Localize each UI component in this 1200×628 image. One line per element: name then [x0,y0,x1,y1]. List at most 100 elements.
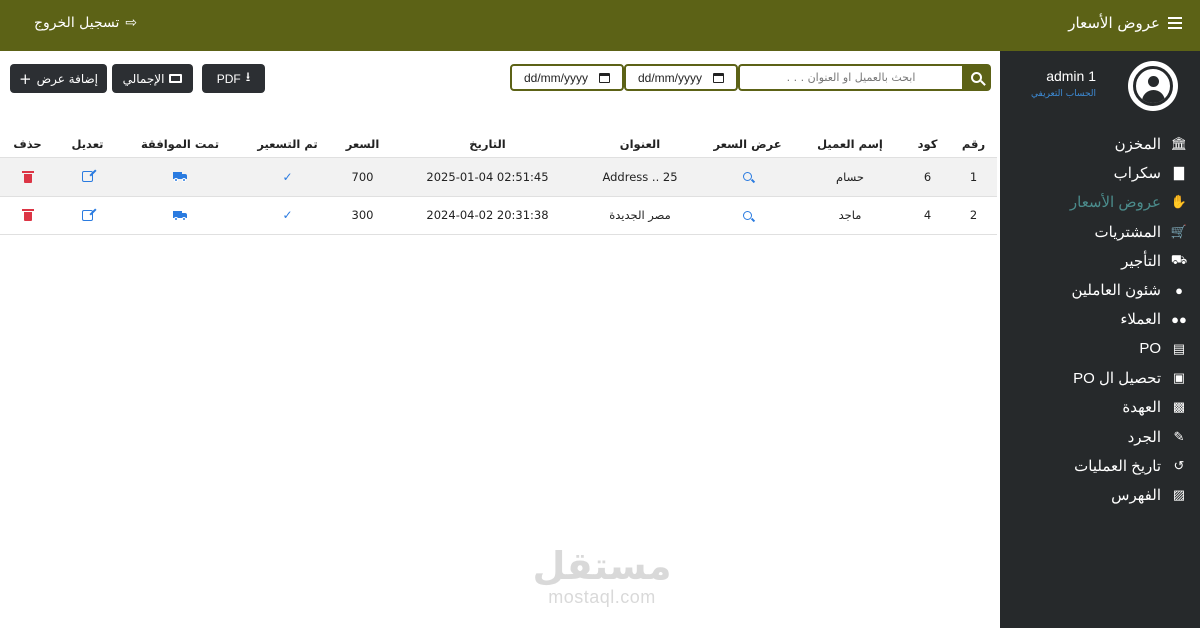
hand-money-icon: ✋ [1170,194,1188,210]
edit-button[interactable] [60,158,115,196]
sidebar-item-clients[interactable]: ●● العملاء [1000,305,1188,334]
row-address: Address .. 25 [602,169,678,184]
sidebar-item-scrap[interactable]: ▇ سكراب [1000,158,1188,187]
total-label: الإجمالي [122,71,165,86]
row-code: 6 [923,169,932,184]
edit-button[interactable] [60,197,115,235]
scrap-icon: ▇ [1174,164,1184,180]
sidebar-item-history[interactable]: ↺ تاريخ العمليات [1000,451,1188,480]
total-button[interactable]: الإجمالي [112,64,193,93]
sidebar-item-label: تحصيل ال PO [1073,370,1161,388]
row-num: 1 [969,169,978,184]
sidebar-item-custody[interactable]: ▩ العهدة [1000,393,1188,422]
priced-status: ✓ [250,158,325,196]
money-bill-icon: ▣ [1172,370,1186,386]
price-offers-table: رقم كود إسم العميل عرض السعر العنوان الت… [0,130,997,235]
approve-button[interactable] [130,197,230,235]
edit-icon: ✎ [1173,428,1185,444]
sidebar-item-label: العهدة [1122,399,1161,417]
sidebar-item-label: شئون العاملين [1071,282,1161,300]
watermark-arabic: مستقل [532,544,672,588]
pdf-label: PDF [216,71,241,86]
date-to-input[interactable]: dd/mm/yyyy [624,64,738,91]
approve-button[interactable] [130,158,230,196]
date-from-input[interactable]: dd/mm/yyyy [510,64,624,91]
avatar [1128,61,1178,111]
logout-label: تسجيل الخروج [34,15,120,31]
history-icon: ↺ [1173,457,1185,473]
money-bill-icon [169,74,183,83]
trash-icon [21,209,34,222]
date-to-value: dd/mm/yyyy [638,70,703,85]
sidebar-item-po[interactable]: ▤ PO [1000,334,1188,363]
search-icon [743,172,752,182]
sidebar-item-employees[interactable]: ● شئون العاملين [1000,275,1188,304]
sidebar-item-warehouse[interactable]: 🏛 المخزن [1000,129,1188,158]
toolbar: إضافة عرض + الإجمالي ⭳ PDF dd/mm/yyyy dd… [0,51,1000,111]
sidebar-item-price-offers[interactable]: ✋ عروض الأسعار [1000,188,1188,217]
trash-icon [21,170,34,183]
view-offer-button[interactable] [700,197,795,235]
row-num: 2 [969,208,978,223]
truck-icon [173,172,187,183]
row-price: 700 [351,169,374,184]
delete-button[interactable] [0,158,55,196]
page-title: عروض الأسعار [1068,14,1160,32]
sidebar-item-purchases[interactable]: 🛒 المشتريات [1000,217,1188,246]
priced-status: ✓ [250,197,325,235]
watermark-latin: mostaql.com [548,587,656,607]
row-date: 2025-01-04 02:51:45 [426,169,549,184]
calendar-icon[interactable] [713,72,724,83]
add-offer-button[interactable]: إضافة عرض + [10,64,107,93]
header-delete: حذف [13,136,42,151]
warehouse-icon: 🏛 [1170,135,1188,151]
table-header: رقم كود إسم العميل عرض السعر العنوان الت… [0,130,997,158]
search-input[interactable]: ابحث بالعميل او العنوان . . . [738,64,962,91]
search-placeholder: ابحث بالعميل او العنوان . . . [786,71,916,84]
truck-icon [173,210,187,221]
sidebar-item-label: عروض الأسعار [1069,194,1161,212]
sidebar-item-label: سكراب [1113,164,1161,182]
date-from-value: dd/mm/yyyy [524,70,589,85]
header-edit: تعديل [71,136,104,151]
table-row: 1 6 حسام Address .. 25 2025-01-04 02:51:… [0,158,997,197]
sidebar-item-inventory[interactable]: ✎ الجرد [1000,422,1188,451]
sidebar-item-label: تاريخ العمليات [1074,457,1161,475]
id-card-icon: ▩ [1172,399,1186,415]
top-bar: عروض الأسعار ⇨ تسجيل الخروج [0,0,1200,51]
money-card-icon: ▤ [1172,340,1186,356]
search-button[interactable] [962,64,991,91]
sidebar-item-label: العملاء [1120,311,1161,329]
row-date: 2024-04-02 20:31:38 [426,208,549,223]
menu-icon[interactable] [1168,17,1182,29]
logout-button[interactable]: ⇨ تسجيل الخروج [34,15,137,31]
sidebar-item-index[interactable]: ▨ الفهرس [1000,481,1188,510]
user-role[interactable]: الحساب التعريفي [1031,89,1096,99]
edit-icon [82,209,93,221]
users-icon: ●● [1171,311,1187,327]
row-client: حسام [836,169,864,184]
delete-button[interactable] [0,197,55,235]
sidebar-item-label: الفهرس [1111,487,1161,505]
table-row: 2 4 ماجد مصر الجديدة 2024-04-02 20:31:38… [0,197,997,235]
address-book-icon: ▨ [1172,487,1186,503]
page-title-group[interactable]: عروض الأسعار [1068,14,1182,32]
user-profile: admin 1 الحساب التعريفي [1000,51,1200,123]
cart-icon: 🛒 [1170,223,1188,239]
row-price: 300 [351,208,374,223]
user-icon: ● [1175,282,1183,298]
sidebar-item-po-collection[interactable]: ▣ تحصيل ال PO [1000,363,1188,392]
sidebar-item-label: PO [1139,340,1161,358]
pdf-button[interactable]: ⭳ PDF [202,64,265,93]
view-offer-button[interactable] [700,158,795,196]
header-client: إسم العميل [817,136,883,151]
calendar-icon[interactable] [599,72,610,83]
row-code: 4 [923,208,932,223]
header-price: السعر [345,136,380,151]
sidebar-menu: 🏛 المخزن ▇ سكراب ✋ عروض الأسعار 🛒 المشتريات … [1000,129,1200,510]
sidebar-item-rental[interactable]: ⛟ التأجير [1000,246,1188,275]
row-address: مصر الجديدة [609,208,671,223]
sidebar-item-label: المخزن [1114,135,1161,153]
row-client: ماجد [838,208,862,223]
plus-icon: + [18,69,32,88]
